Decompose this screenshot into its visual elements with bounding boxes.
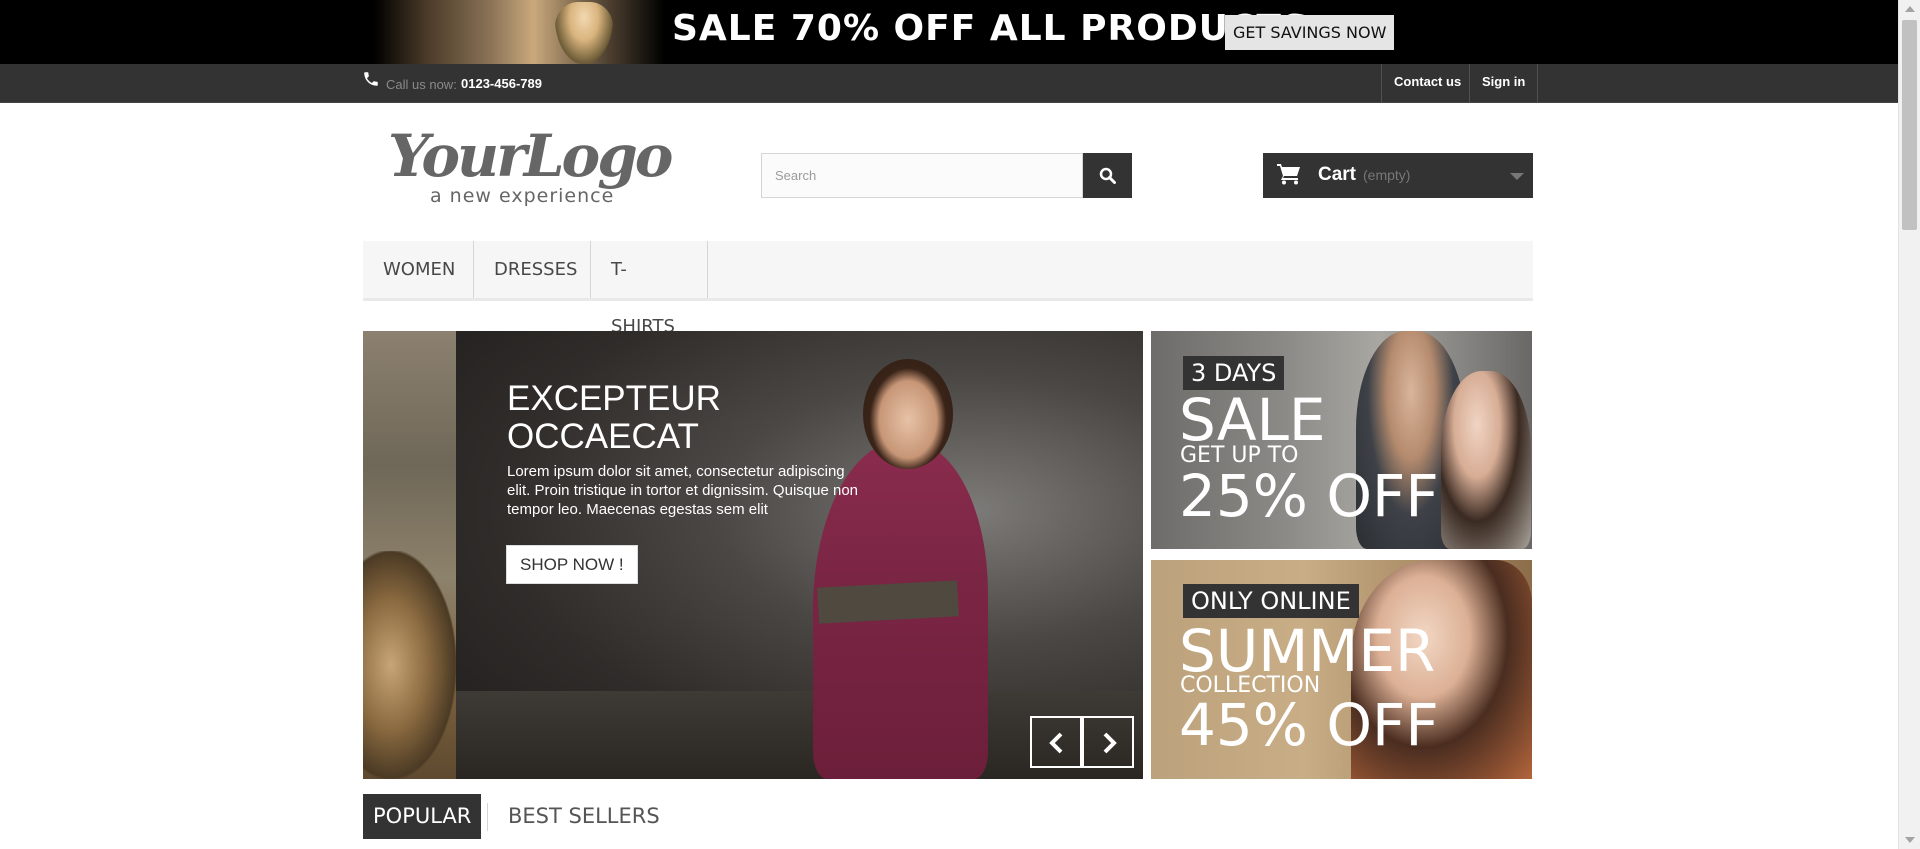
logo-wordmark: YourLogo bbox=[388, 124, 672, 190]
summer-banner[interactable]: ONLY ONLINE SUMMER COLLECTION 45% OFF bbox=[1151, 560, 1532, 779]
promo-banner[interactable]: SALE 70% OFF ALL PRODUCTS GET SAVINGS NO… bbox=[0, 0, 1898, 64]
search-icon bbox=[1099, 167, 1116, 184]
previous-slide-detail bbox=[363, 551, 456, 779]
cart-button[interactable]: Cart (empty) bbox=[1263, 153, 1533, 198]
slider-prev-button[interactable] bbox=[1030, 716, 1082, 768]
main-nav: WOMEN DRESSES T-SHIRTS bbox=[363, 241, 1533, 337]
nav-item-t-shirts[interactable]: T-SHIRTS bbox=[591, 241, 708, 337]
slide-title: EXCEPTEUR OCCAECAT bbox=[507, 380, 907, 456]
scrollbar-thumb[interactable] bbox=[1902, 20, 1917, 230]
tab-best-sellers[interactable]: BEST SELLERS bbox=[498, 794, 670, 839]
cart-label: Cart bbox=[1318, 164, 1357, 185]
scroll-up-icon[interactable] bbox=[1905, 6, 1915, 12]
slide-title-line-1: EXCEPTEUR bbox=[507, 379, 721, 418]
scroll-down-icon[interactable] bbox=[1905, 837, 1915, 843]
sign-in-link[interactable]: Sign in bbox=[1469, 64, 1539, 103]
chevron-right-icon bbox=[1103, 732, 1117, 754]
chevron-left-icon bbox=[1049, 732, 1063, 754]
phone-number: 0123-456-789 bbox=[461, 76, 542, 91]
get-savings-button[interactable]: GET SAVINGS NOW bbox=[1225, 15, 1395, 50]
promo-photo bbox=[374, 0, 664, 64]
banner-headline: SUMMER bbox=[1179, 617, 1436, 685]
model-belt bbox=[817, 580, 959, 624]
logo-tagline: a new experience bbox=[430, 185, 614, 207]
search-input[interactable] bbox=[761, 153, 1083, 198]
banner-headline: SALE bbox=[1179, 386, 1326, 454]
call-us-label: Call us now: bbox=[386, 77, 457, 92]
slide-title-line-2: OCCAECAT bbox=[507, 417, 699, 456]
contact-us-link[interactable]: Contact us bbox=[1381, 64, 1473, 103]
banner-tag: 3 DAYS bbox=[1183, 356, 1285, 390]
shop-now-button[interactable]: SHOP NOW ! bbox=[506, 545, 638, 584]
promo-text: SALE 70% OFF ALL PRODUCTS bbox=[672, 8, 1309, 49]
promo-model-image bbox=[555, 2, 613, 64]
top-bar: Call us now: 0123-456-789 Contact us Sig… bbox=[0, 64, 1898, 103]
logo-image: YourLogo a new experience bbox=[388, 122, 675, 207]
banner-tag: ONLY ONLINE bbox=[1183, 584, 1359, 618]
site-logo[interactable]: YourLogo a new experience bbox=[388, 122, 678, 208]
slider-next-button[interactable] bbox=[1082, 716, 1134, 768]
search-button[interactable] bbox=[1083, 153, 1132, 198]
tab-divider bbox=[487, 803, 488, 831]
tab-popular[interactable]: POPULAR bbox=[363, 794, 482, 839]
page: SALE 70% OFF ALL PRODUCTS GET SAVINGS NO… bbox=[0, 0, 1920, 849]
phone-icon bbox=[364, 72, 378, 86]
nav-item-women[interactable]: WOMEN bbox=[363, 241, 474, 298]
nav-item-dresses[interactable]: DRESSES bbox=[474, 241, 591, 298]
chevron-down-icon bbox=[1510, 173, 1524, 180]
banner-discount: 25% OFF bbox=[1179, 462, 1439, 530]
cart-icon bbox=[1277, 164, 1300, 185]
page-scrollbar[interactable] bbox=[1898, 0, 1920, 849]
banner-discount: 45% OFF bbox=[1179, 691, 1439, 759]
cart-status: (empty) bbox=[1363, 167, 1411, 183]
slide-description: Lorem ipsum dolor sit amet, consectetur … bbox=[507, 463, 858, 518]
banner-woman-image bbox=[1441, 371, 1531, 549]
sale-banner[interactable]: 3 DAYS SALE GET UP TO 25% OFF bbox=[1151, 331, 1532, 549]
